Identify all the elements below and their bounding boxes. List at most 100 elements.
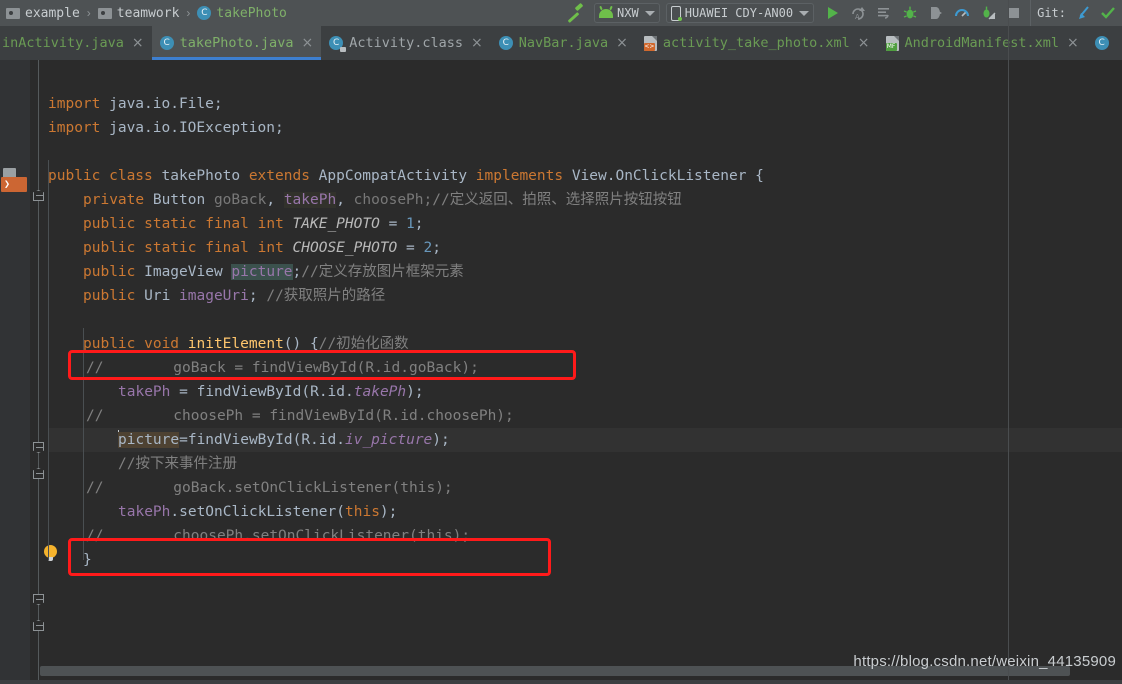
code-line[interactable]: picture=findViewById(R.id.iv_picture); [118,428,450,452]
code-token: takePh [353,384,407,400]
attach-debugger-icon[interactable] [924,1,948,25]
phone-icon [670,5,682,21]
code-fold-toggle[interactable] [33,190,46,203]
code-token: choosePh; [353,192,433,208]
chevron-down-icon [644,10,655,16]
code-token: // choosePh = findViewById(R.id.choosePh… [86,408,514,424]
code-token: takePh [118,504,171,520]
code-token: View.OnClickListener { [571,168,764,184]
code-token: int [257,240,293,256]
close-icon[interactable]: × [1067,35,1079,51]
code-token: goBack [213,192,267,208]
code-token: ; [414,216,424,232]
device-selector[interactable]: HUAWEI CDY-AN00 [665,3,815,23]
svg-text:A: A [855,13,860,21]
run-icon[interactable] [820,1,844,25]
code-line[interactable]: public ImageView picture;//定义存放图片框架元素 [83,260,464,284]
run-class-marker-icon[interactable]: ❯ [1,168,27,192]
code-token: CHOOSE_PHOTO [292,240,398,256]
apply-changes-icon[interactable]: A [846,1,870,25]
git-label: Git: [1037,6,1066,20]
code-line[interactable]: // goBack.setOnClickListener(this); [86,476,453,500]
code-line[interactable]: } [83,548,92,572]
code-editor[interactable]: ❯ import java.io.File; import java.io.IOE… [0,60,1122,684]
breadcrumb-item-example[interactable]: example [4,0,82,26]
code-token: Button [152,192,214,208]
code-line[interactable]: public void initElement() {//初始化函数 [83,332,409,356]
code-token: class [109,168,162,184]
editor-tab-navbar[interactable]: C NavBar.java × [491,26,636,60]
code-line[interactable]: public static final int CHOOSE_PHOTO = 2… [83,236,441,260]
breadcrumb: example › teamwork › C takePhoto [0,0,289,26]
run-debug-actions: A [820,1,1026,25]
code-line[interactable]: // choosePh.setOnClickListener(this); [86,524,470,548]
profiler-icon[interactable] [950,1,974,25]
code-content[interactable]: import java.io.File; import java.io.IOExc… [48,60,1122,684]
code-line[interactable]: public class takePhoto extends AppCompat… [48,164,764,188]
breadcrumb-item-takephoto[interactable]: C takePhoto [195,0,288,26]
code-fold-toggle[interactable] [33,594,46,607]
code-token: TAKE_PHOTO [292,216,380,232]
code-token: 1 [406,216,415,232]
code-line[interactable]: // choosePh = findViewById(R.id.choosePh… [86,404,514,428]
code-line[interactable]: import java.io.IOException; [48,116,284,140]
code-token: import [48,120,110,136]
code-fold-toggle[interactable] [33,620,46,633]
code-token: , [266,192,284,208]
close-icon[interactable]: × [301,35,313,51]
close-icon[interactable]: × [471,35,483,51]
commit-icon[interactable] [1096,1,1120,25]
code-line[interactable]: private Button goBack, takePh, choosePh;… [83,188,682,212]
xml-manifest-badge: MF [885,42,897,51]
breadcrumb-separator-icon: › [186,6,191,20]
run-configuration-selector[interactable]: NXW [594,3,660,23]
editor-tab-overflow[interactable]: C [1087,26,1117,60]
code-token: //初始化函数 [318,336,409,352]
xml-layout-icon: <> [643,35,657,51]
code-token: this [345,504,380,520]
code-fold-toggle[interactable] [33,468,46,481]
panel-divider [1008,0,1009,684]
bottom-strip [0,680,1122,684]
code-line[interactable]: import java.io.File; [48,92,223,116]
code-token: public [48,168,110,184]
code-line[interactable]: public static final int TAKE_PHOTO = 1; [83,212,424,236]
make-project-icon[interactable] [564,2,586,24]
update-project-icon[interactable] [1072,1,1096,25]
xml-layout-badge: <> [643,42,655,51]
code-token: //按下来事件注册 [118,456,237,472]
editor-tab-mainactivity[interactable]: C inActivity.java × [0,26,152,60]
code-token: public [83,264,145,280]
code-line[interactable]: takePh = findViewById(R.id.takePh); [118,380,424,404]
code-token: //定义返回、拍照、选择照片按钮按钮 [432,192,682,208]
editor-tab-activity-take-photo-xml[interactable]: <> activity_take_photo.xml × [636,26,878,60]
close-icon[interactable]: × [858,35,870,51]
code-token: iv_picture [344,432,433,448]
code-token: takePhoto [161,168,249,184]
code-folding-rail[interactable] [30,60,48,684]
code-line[interactable]: public Uri imageUri; //获取照片的路径 [83,284,385,308]
close-icon[interactable]: × [616,35,628,51]
run-with-coverage-icon[interactable] [976,1,1000,25]
run-configuration-label: NXW [617,6,639,20]
top-toolbar: example › teamwork › C takePhoto NXW HUA… [0,0,1122,26]
editor-tab-takephoto[interactable]: C takePhoto.java × [151,26,322,60]
code-token: .setOnClickListener( [170,504,345,520]
fold-guide-line [38,60,39,684]
android-icon [599,8,614,18]
close-icon[interactable]: × [132,35,144,51]
apply-code-changes-icon[interactable] [872,1,896,25]
code-line[interactable]: takePh.setOnClickListener(this); [118,500,397,524]
editor-gutter[interactable] [0,60,30,684]
editor-tab-activity-class[interactable]: C Activity.class × [321,26,491,60]
editor-tab-androidmanifest-xml[interactable]: MF AndroidManifest.xml × [878,26,1087,60]
stop-icon[interactable] [1002,1,1026,25]
code-token: ; [432,240,441,256]
code-line[interactable]: // goBack = findViewById(R.id.goBack); [86,356,479,380]
debug-icon[interactable] [898,1,922,25]
code-token: public [83,288,145,304]
code-line[interactable]: //按下来事件注册 [118,452,237,476]
code-fold-toggle[interactable] [33,442,46,455]
breadcrumb-separator-icon: › [86,6,91,20]
breadcrumb-item-teamwork[interactable]: teamwork [96,0,182,26]
